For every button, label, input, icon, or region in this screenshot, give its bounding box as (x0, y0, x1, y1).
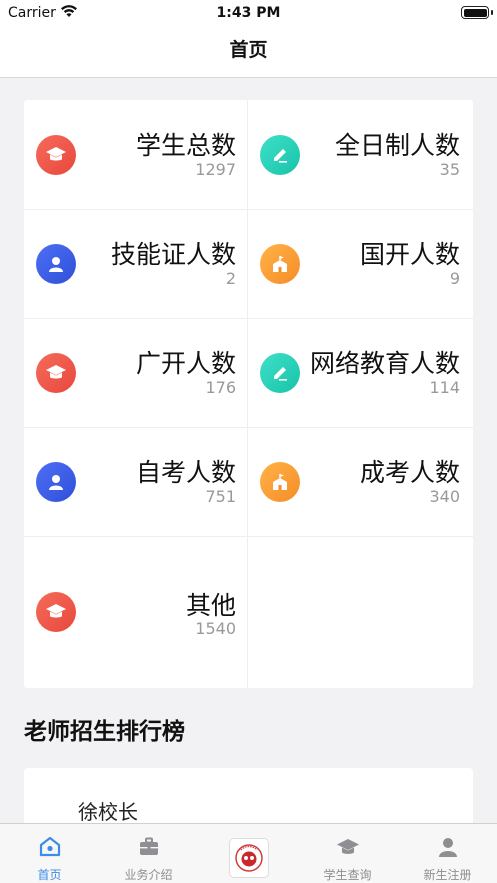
tab-business-intro[interactable]: 业务介绍 (99, 824, 198, 883)
school-building-icon (260, 244, 300, 284)
stat-title: 全日制人数 (334, 131, 460, 160)
stat-title: 其他 (185, 591, 236, 620)
stat-title: 国开人数 (359, 240, 460, 269)
home-icon (38, 835, 62, 859)
stat-cell-guangkai[interactable]: 广开人数 176 (24, 318, 248, 427)
status-bar: Carrier 1:43 PM (0, 0, 497, 26)
stat-cell-self-study-exam[interactable]: 自考人数 751 (24, 427, 248, 536)
graduation-cap-icon (36, 353, 76, 393)
stat-value: 114 (429, 378, 460, 397)
tab-student-query[interactable]: 学生查询 (298, 824, 397, 883)
stat-cell-full-time[interactable]: 全日制人数 35 (248, 100, 472, 209)
stat-value: 35 (439, 160, 460, 179)
tab-bar: 首页 业务介绍 学生查询 新生注册 (0, 823, 497, 883)
nav-bar: 首页 (0, 26, 497, 78)
ranking-title: 老师招生排行榜 (24, 719, 185, 745)
stat-cell-skill-cert[interactable]: 技能证人数 2 (24, 209, 248, 318)
graduation-cap-icon (36, 135, 76, 175)
stat-value: 9 (449, 269, 460, 288)
stat-title: 技能证人数 (110, 240, 236, 269)
page-title: 首页 (229, 39, 268, 61)
graduation-cap-icon (336, 835, 360, 859)
stat-value: 176 (205, 378, 236, 397)
person-icon (436, 835, 460, 859)
tab-logo[interactable] (199, 824, 298, 883)
pencil-icon (260, 135, 300, 175)
briefcase-icon (137, 835, 161, 859)
battery-icon (461, 6, 493, 19)
tab-label: 新生注册 (423, 868, 472, 882)
clock: 1:43 PM (216, 5, 281, 21)
stats-grid: 学生总数 1297 全日制人数 35 技能证人数 2 国开人数 9 广开人数 1… (24, 100, 473, 688)
stat-title: 自考人数 (135, 458, 236, 487)
stat-cell-other[interactable]: 其他 1540 (24, 536, 248, 688)
graduation-cap-icon (36, 592, 76, 632)
stat-title: 广开人数 (135, 349, 236, 378)
stat-title: 学生总数 (135, 131, 236, 160)
logo-icon (228, 838, 269, 878)
tab-label: 业务介绍 (124, 868, 173, 882)
teacher-name: 徐校长 (78, 800, 138, 824)
stat-value: 1540 (195, 619, 236, 638)
stat-cell-adult-exam[interactable]: 成考人数 340 (248, 427, 472, 536)
pencil-icon (260, 353, 300, 393)
tab-label: 学生查询 (323, 868, 372, 882)
person-icon (36, 244, 76, 284)
stat-value: 2 (225, 269, 236, 288)
stat-cell-open-university[interactable]: 国开人数 9 (248, 209, 472, 318)
tab-label: 首页 (37, 868, 62, 882)
stat-title: 网络教育人数 (309, 349, 460, 378)
stat-cell-online-education[interactable]: 网络教育人数 114 (248, 318, 472, 427)
stat-value: 751 (205, 487, 236, 506)
tab-new-student-register[interactable]: 新生注册 (398, 824, 497, 883)
tab-home[interactable]: 首页 (0, 824, 99, 883)
person-icon (36, 462, 76, 502)
stat-cell-total-students[interactable]: 学生总数 1297 (24, 100, 248, 209)
school-building-icon (260, 462, 300, 502)
stat-value: 340 (429, 487, 460, 506)
stat-title: 成考人数 (359, 458, 460, 487)
stat-value: 1297 (195, 160, 236, 179)
